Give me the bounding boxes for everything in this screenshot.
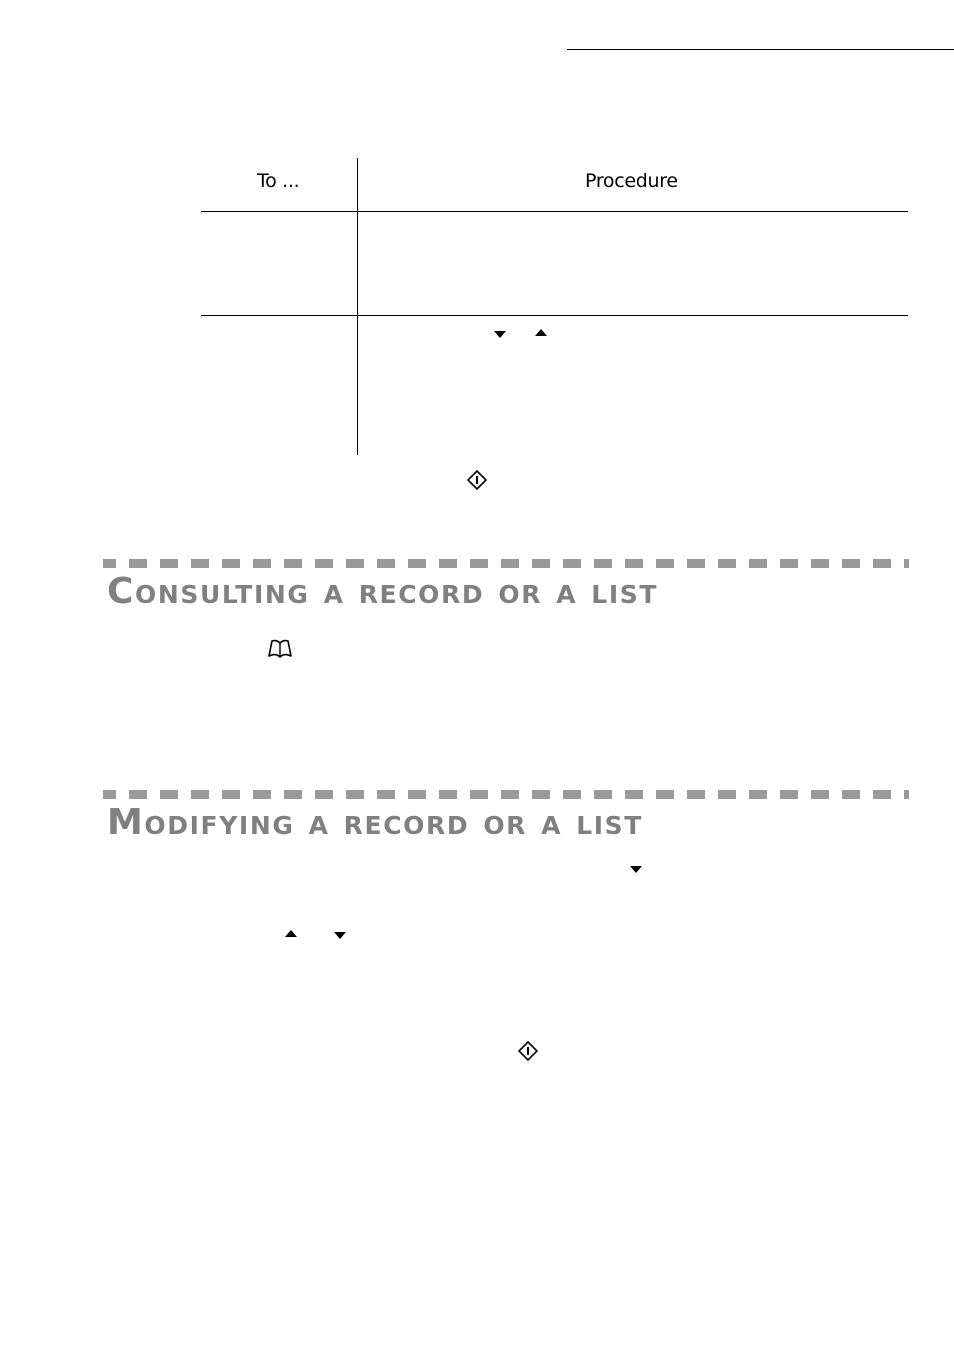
- arrow-down-icon: [334, 932, 346, 939]
- column-header-to: To ...: [257, 170, 300, 192]
- start-key-icon: [518, 1041, 538, 1061]
- header-row-rule: [201, 211, 908, 212]
- section-title-consulting: Consulting a record or a list: [107, 571, 658, 612]
- column-divider: [357, 158, 358, 455]
- row-rule: [201, 315, 908, 316]
- directory-book-icon: [268, 639, 292, 658]
- arrow-up-icon: [535, 329, 547, 336]
- start-key-icon: [467, 470, 487, 490]
- arrow-down-icon: [630, 866, 642, 873]
- header-rule: [567, 49, 954, 50]
- column-header-procedure: Procedure: [585, 170, 678, 192]
- arrow-down-icon: [494, 331, 506, 338]
- section-divider: [103, 559, 909, 568]
- section-divider: [103, 790, 909, 799]
- section-title-modifying: Modifying a record or a list: [107, 802, 643, 843]
- arrow-up-icon: [285, 930, 297, 937]
- procedure-table: To ... Procedure: [201, 158, 908, 455]
